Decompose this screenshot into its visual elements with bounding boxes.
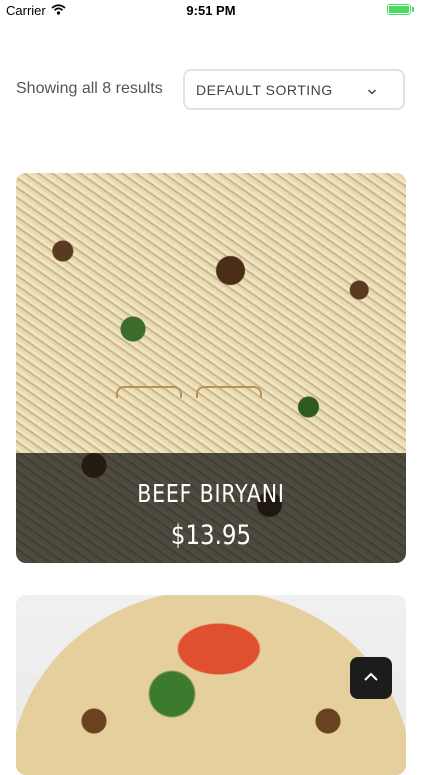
- product-title[interactable]: BEEF BIRYANI: [51, 479, 371, 508]
- product-image[interactable]: [16, 595, 406, 775]
- battery-fill: [389, 6, 409, 13]
- product-action-button[interactable]: [116, 386, 182, 398]
- results-count: Showing all 8 results: [16, 80, 163, 97]
- product-price: $13.95: [170, 520, 252, 551]
- chevron-down-icon: [367, 83, 377, 99]
- status-time: 9:51 PM: [186, 3, 236, 18]
- battery-tip: [412, 7, 414, 12]
- chevron-up-icon: [363, 669, 379, 687]
- back-to-top-button[interactable]: [350, 657, 392, 699]
- product-card[interactable]: [16, 595, 406, 775]
- sorting-select[interactable]: DEFAULT SORTING: [183, 69, 405, 110]
- sorting-selected-value: DEFAULT SORTING: [196, 81, 333, 98]
- product-action-button[interactable]: [196, 386, 262, 398]
- battery-indicator: [387, 4, 414, 15]
- status-bar: Carrier 9:51 PM: [0, 0, 422, 22]
- battery-icon: [387, 4, 411, 15]
- product-card[interactable]: BEEF BIRYANI $13.95: [16, 173, 406, 563]
